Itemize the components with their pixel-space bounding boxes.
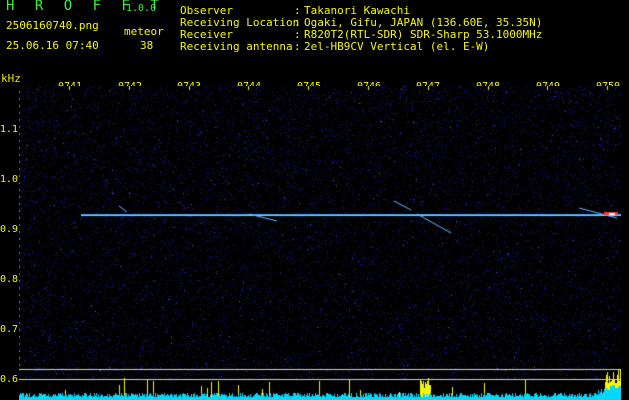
antenna-value: 2el-HB9CV Vertical (el. E-W)	[304, 40, 490, 53]
antenna-label: Receiving antenna	[180, 40, 293, 53]
spectrogram-plot	[19, 86, 621, 400]
meteor-label: meteor	[124, 25, 164, 38]
y-axis-unit: kHz	[1, 72, 21, 85]
hrofft-window: H R O F F T 1.0.0 2506160740.png 25.06.1…	[0, 0, 629, 400]
date-time: 25.06.16 07:40	[6, 39, 99, 52]
y-tick-label: 0.7	[0, 324, 19, 335]
y-tick-label: 0.8	[0, 274, 19, 285]
app-version: 1.0.0	[126, 3, 157, 14]
separator: :	[294, 40, 301, 53]
file-name: 2506160740.png	[6, 19, 99, 32]
y-tick-label: 1.1	[0, 124, 19, 135]
meteor-count: 38	[140, 39, 154, 52]
y-tick-label: 1.0	[0, 174, 19, 185]
y-tick-label: 0.6	[0, 374, 19, 385]
y-tick-label: 0.9	[0, 224, 19, 235]
